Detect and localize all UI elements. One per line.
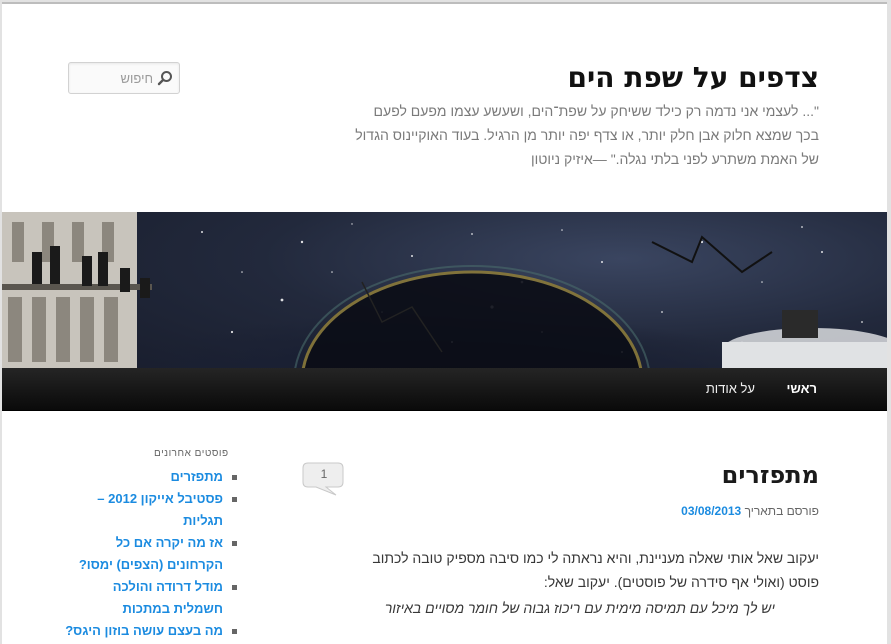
bullet-icon bbox=[232, 541, 237, 546]
header-banner-image[interactable] bbox=[2, 212, 887, 368]
tagline-line: בכך שמצא חלוק אבן חלק יותר, או צדף יפה י… bbox=[355, 127, 819, 143]
post-meta: פורסם בתאריך 03/08/2013 bbox=[681, 504, 819, 518]
post-title[interactable]: מתפזרים bbox=[722, 460, 819, 490]
posted-on-label: פורסם בתאריך bbox=[744, 504, 819, 518]
post-content: יעקוב שאל אותי שאלה מעניינת, והיא נראתה … bbox=[331, 546, 819, 620]
post-quote: יש לך מיכל עם תמיסה מימית עם ריכוז גבוה … bbox=[384, 600, 775, 616]
bullet-icon bbox=[232, 497, 237, 502]
recent-post-link[interactable]: פסטיבל אייקון 2012 – תגליות bbox=[97, 491, 223, 528]
tagline-line: של האמת משתרע לפני בלתי נגלה." —איזיק ני… bbox=[530, 151, 819, 167]
tagline-line: "... לעצמי אני נדמה רק כילד ששיחק על שפת… bbox=[373, 103, 819, 119]
recent-post-link[interactable]: אז מה יקרה אם כל הקרחונים (הצפים) ימסו? bbox=[79, 535, 223, 572]
banner-artwork bbox=[2, 212, 887, 368]
recent-post-item: מודל דרודה והולכה חשמלית במתכות bbox=[65, 576, 237, 620]
search-box[interactable] bbox=[68, 62, 180, 94]
search-input[interactable] bbox=[81, 69, 153, 87]
bullet-icon bbox=[232, 629, 237, 634]
recent-posts-list: מתפזרים פסטיבל אייקון 2012 – תגליות אז מ… bbox=[65, 466, 237, 642]
bullet-icon bbox=[232, 475, 237, 480]
search-icon bbox=[157, 71, 172, 86]
recent-posts-heading: פוסטים אחרונים bbox=[154, 448, 229, 459]
site-tagline: "... לעצמי אני נדמה רק כילד ששיחק על שפת… bbox=[349, 99, 819, 171]
main-navigation: ראשי על אודות bbox=[2, 368, 887, 411]
nav-item-home[interactable]: ראשי bbox=[787, 381, 818, 396]
recent-post-item: מתפזרים bbox=[65, 466, 237, 488]
post-paragraph-line: יעקוב שאל אותי שאלה מעניינת, והיא נראתה … bbox=[372, 550, 819, 566]
recent-post-link[interactable]: מה בעצם עושה בוזון היגס? bbox=[65, 623, 223, 638]
bullet-icon bbox=[232, 585, 237, 590]
recent-post-link[interactable]: מתפזרים bbox=[170, 469, 223, 484]
nav-item-about[interactable]: על אודות bbox=[706, 381, 755, 396]
recent-post-item: פסטיבל אייקון 2012 – תגליות bbox=[65, 488, 237, 532]
recent-post-item: מה בעצם עושה בוזון היגס? bbox=[65, 620, 237, 642]
comments-link[interactable]: 1 bbox=[302, 462, 344, 496]
page: צדפים על שפת הים "... לעצמי אני נדמה רק … bbox=[2, 2, 887, 644]
site-title[interactable]: צדפים על שפת הים bbox=[568, 60, 819, 96]
comment-count: 1 bbox=[320, 467, 328, 481]
post-paragraph-line: פוסט (ואולי אף סידרה של פוסטים). יעקוב ש… bbox=[543, 574, 819, 590]
recent-post-link[interactable]: מודל דרודה והולכה חשמלית במתכות bbox=[113, 579, 223, 616]
recent-post-item: אז מה יקרה אם כל הקרחונים (הצפים) ימסו? bbox=[65, 532, 237, 576]
post-date-link[interactable]: 03/08/2013 bbox=[681, 504, 741, 518]
